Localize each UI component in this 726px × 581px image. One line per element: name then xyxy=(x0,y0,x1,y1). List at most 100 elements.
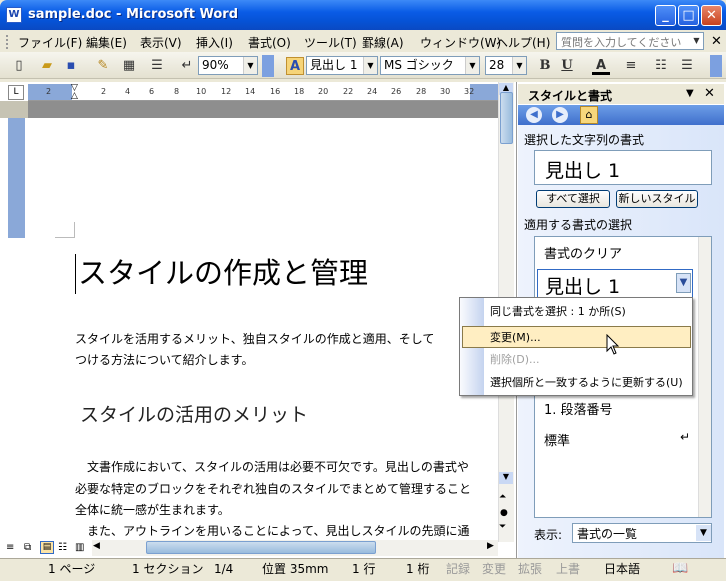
intro-line[interactable]: つける方法について紹介します。 xyxy=(75,351,253,368)
align-center-icon[interactable]: ≡ xyxy=(622,57,640,75)
prev-page-icon[interactable]: ⏶ xyxy=(499,492,506,502)
size-dropdown-icon[interactable]: ▼ xyxy=(512,57,526,74)
show-hide-marks-icon[interactable]: ↵ xyxy=(178,57,196,75)
ruler-tick: 30 xyxy=(440,87,451,96)
table-icon[interactable]: ▦ xyxy=(120,57,138,75)
paragraph-line[interactable]: また、アウトラインを用いることによって、見出しスタイルの先頭に通 xyxy=(75,522,469,539)
show-combo[interactable]: 書式の一覧 xyxy=(572,523,712,543)
ruler-tick: 20 xyxy=(318,87,329,96)
chevron-down-icon[interactable]: ▼ xyxy=(690,33,703,49)
selected-format-label: 選択した文字列の書式 xyxy=(524,133,645,147)
close-doc-icon[interactable]: ✕ xyxy=(711,34,722,49)
menu-insert[interactable]: 挿入(I) xyxy=(192,33,237,52)
status-line: 1 行 xyxy=(352,562,376,576)
document-heading[interactable]: スタイルの活用のメリット xyxy=(80,400,308,427)
document-title[interactable]: スタイルの作成と管理 xyxy=(78,250,368,292)
styles-pane-icon[interactable]: A xyxy=(286,57,304,75)
status-ovr[interactable]: 上書 xyxy=(556,560,580,579)
new-style-button[interactable]: 新しいスタイル xyxy=(616,190,698,208)
paragraph-line[interactable]: 文書作成において、スタイルの活用は必要不可欠です。見出しの書式や xyxy=(75,458,469,475)
word-doc-icon[interactable]: W xyxy=(6,7,22,23)
scroll-right-icon[interactable]: ▶ xyxy=(487,541,494,551)
ruler-tick: 16 xyxy=(270,87,281,96)
paragraph-line[interactable]: 全体に統一感が生まれます。 xyxy=(75,501,230,518)
status-language: 日本語 xyxy=(604,562,641,576)
ruler-tick: 2 xyxy=(101,87,107,96)
format-painter-icon[interactable]: ✎ xyxy=(94,57,112,75)
style-item-heading-1[interactable]: 見出し 1 xyxy=(537,269,693,298)
pane-title: スタイルと書式 xyxy=(528,89,613,103)
menu-item-modify[interactable]: 変更(M)... xyxy=(486,327,691,348)
indent-marker-icon[interactable]: ▽ △ xyxy=(71,84,78,101)
pane-close-icon[interactable]: ✕ xyxy=(704,86,715,101)
menu-view[interactable]: 表示(V) xyxy=(136,33,186,52)
reading-view-icon[interactable]: ▥ xyxy=(75,542,84,553)
ruler-tick: 10 xyxy=(196,87,207,96)
columns-icon[interactable]: ☰ xyxy=(148,57,166,75)
toolbar-overflow-icon[interactable] xyxy=(710,55,722,77)
style-dropdown-icon[interactable]: ▼ xyxy=(363,57,377,74)
intro-line[interactable]: スタイルを活用するメリット、独自スタイルの作成と適用、そして xyxy=(75,330,434,347)
horizontal-ruler[interactable] xyxy=(28,84,498,101)
minimize-button[interactable]: _ xyxy=(655,5,676,26)
save-icon[interactable]: ▪ xyxy=(62,57,80,75)
status-trk[interactable]: 変更 xyxy=(482,560,506,579)
select-all-button[interactable]: すべて選択 xyxy=(536,190,610,208)
help-search-input[interactable]: 質問を入力してください xyxy=(556,32,704,50)
style-list-scrollbar[interactable] xyxy=(698,237,711,517)
print-layout-icon[interactable]: ▤ xyxy=(40,541,54,554)
paragraph-line[interactable]: 必要な特定のブロックをそれぞれ独自のスタイルでまとめて管理すること xyxy=(75,480,471,497)
style-item-numbered[interactable]: 1. 段落番号 xyxy=(544,399,613,418)
web-layout-icon[interactable]: ⧉ xyxy=(24,542,31,553)
ruler-corner xyxy=(0,101,28,118)
paragraph-mark-icon: ↵ xyxy=(680,430,691,444)
toolbar-overflow-icon[interactable] xyxy=(262,55,274,77)
outline-view-icon[interactable]: ☷ xyxy=(58,542,67,553)
font-dropdown-icon[interactable]: ▼ xyxy=(465,57,479,74)
new-document-icon[interactable]: ▯ xyxy=(10,57,28,75)
menu-item-select-same[interactable]: 同じ書式を選択 : 1 か所(S) xyxy=(486,301,691,322)
style-item-normal[interactable]: 標準 xyxy=(544,430,570,449)
close-button[interactable]: ✕ xyxy=(701,5,722,26)
tab-selector-icon[interactable]: L xyxy=(8,85,24,100)
maximize-button[interactable]: □ xyxy=(678,5,699,26)
status-section: 1 セクション xyxy=(132,562,204,576)
bulleted-list-icon[interactable]: ☰ xyxy=(678,57,696,75)
back-icon[interactable]: ◀ xyxy=(526,107,542,123)
next-page-icon[interactable]: ⏷ xyxy=(499,522,506,532)
home-icon[interactable]: ⌂ xyxy=(580,106,598,124)
numbered-list-icon[interactable]: ☷ xyxy=(652,57,670,75)
menu-format[interactable]: 書式(O) xyxy=(244,33,295,52)
browse-object-icon[interactable]: ● xyxy=(500,508,508,518)
scroll-left-icon[interactable]: ◀ xyxy=(93,541,100,551)
normal-view-icon[interactable]: ≡ xyxy=(6,542,14,553)
ruler-tick: 28 xyxy=(416,87,427,96)
ruler-margin-top xyxy=(8,118,25,238)
menu-tools[interactable]: ツール(T) xyxy=(300,33,361,52)
pane-menu-icon[interactable]: ▼ xyxy=(686,88,694,99)
spelling-status-icon[interactable]: 📖 xyxy=(672,561,688,576)
horizontal-scroll-thumb[interactable] xyxy=(146,541,376,554)
menu-item-update[interactable]: 選択個所と一致するように更新する(U) xyxy=(486,372,691,393)
status-column: 1 桁 xyxy=(406,562,430,576)
chevron-down-icon[interactable]: ▼ xyxy=(676,273,691,293)
status-rec[interactable]: 記録 xyxy=(446,560,470,579)
scroll-down-icon[interactable]: ▼ xyxy=(499,472,513,484)
vertical-scroll-thumb[interactable] xyxy=(500,92,513,144)
menu-help[interactable]: ヘルプ(H) xyxy=(492,33,554,52)
chevron-down-icon[interactable]: ▼ xyxy=(696,525,711,541)
status-ext[interactable]: 拡張 xyxy=(518,560,542,579)
zoom-dropdown-icon[interactable]: ▼ xyxy=(243,57,257,74)
menu-file[interactable]: ファイル(F) xyxy=(14,33,86,52)
menu-edit[interactable]: 編集(E) xyxy=(82,33,131,52)
forward-icon[interactable]: ▶ xyxy=(552,107,568,123)
open-folder-icon[interactable]: ▰ xyxy=(38,57,56,75)
font-color-button[interactable]: A xyxy=(592,57,610,75)
underline-button[interactable]: U xyxy=(558,57,576,75)
style-item-clear[interactable]: 書式のクリア xyxy=(544,243,622,262)
page-top-gap xyxy=(28,101,498,118)
menu-table[interactable]: 罫線(A) xyxy=(358,33,408,52)
show-label: 表示: xyxy=(534,528,563,542)
status-pages: 1/4 xyxy=(214,562,234,576)
bold-button[interactable]: B xyxy=(536,57,554,75)
